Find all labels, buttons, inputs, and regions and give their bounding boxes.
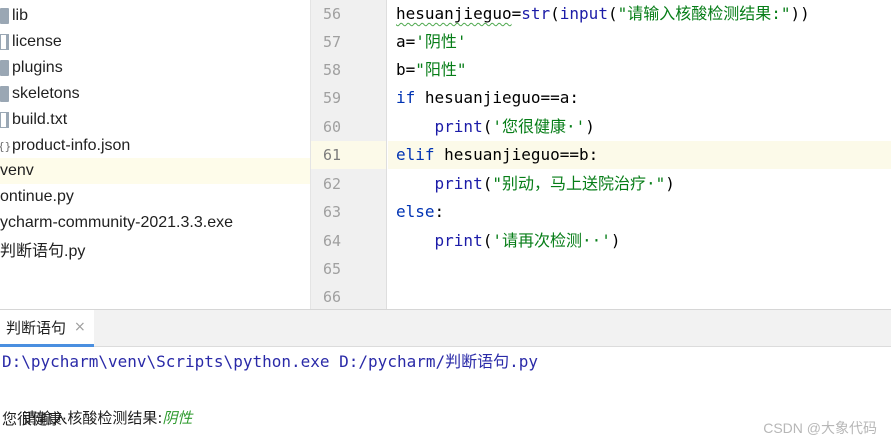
tree-item-label: ontinue.py [0, 188, 74, 205]
console-user-input: 阴性 [162, 409, 193, 427]
line-number: 63 [322, 203, 341, 221]
line-number-gutter[interactable]: 56 57 58 59 60 61 62 63 64 65 66 [311, 0, 387, 309]
line-number: 60 [322, 118, 341, 136]
console-command-line: D:\pycharm\venv\Scripts\python.exe D:/py… [2, 352, 539, 371]
line-number: 56 [322, 5, 341, 23]
tree-item-label: skeletons [12, 85, 80, 102]
tree-item-lib[interactable]: lib [0, 3, 310, 29]
line-number: 58 [322, 61, 341, 79]
line-number: 66 [322, 288, 341, 306]
code-line-63[interactable]: else: [388, 198, 891, 226]
code-line-62[interactable]: print("别动，马上送院治疗·") [388, 170, 891, 198]
json-file-icon [0, 138, 11, 154]
tree-item-venv[interactable]: venv [0, 158, 310, 184]
tree-item-panduan-py[interactable]: 判断语句.py [0, 236, 310, 262]
line-number: 65 [322, 260, 341, 278]
folder-icon [0, 86, 9, 102]
code-line-60[interactable]: print('您很健康·') [388, 113, 891, 141]
code-line-64[interactable]: print('请再次检测··') [388, 227, 891, 255]
console-prompt-line: 请输入核酸检测结果:阴性 [2, 376, 192, 427]
code-line-59[interactable]: if hesuanjieguo==a: [388, 84, 891, 112]
tree-item-continue-py[interactable]: ontinue.py [0, 184, 310, 210]
tree-item-label: plugins [12, 59, 63, 76]
line-number: 64 [322, 232, 341, 250]
line-number: 62 [322, 175, 341, 193]
run-tab-panduan[interactable]: 判断语句 × [0, 310, 94, 347]
line-number-current: 61 [311, 141, 386, 169]
tree-item-license[interactable]: license [0, 29, 310, 55]
watermark: CSDN @大象代码 [763, 420, 877, 436]
folder-icon [0, 60, 9, 76]
tree-item-build-txt[interactable]: build.txt [0, 107, 310, 133]
tree-item-label: venv [0, 162, 34, 179]
code-line-66[interactable] [388, 283, 891, 309]
tree-item-label: ycharm-community-2021.3.3.exe [0, 214, 233, 231]
tree-item-pycharm-exe[interactable]: ycharm-community-2021.3.3.exe [0, 210, 310, 236]
tree-item-label: 判断语句.py [0, 243, 86, 260]
code-line-61[interactable]: elif hesuanjieguo==b: [388, 141, 891, 169]
project-tree: lib license plugins skeletons build.txt … [0, 0, 311, 309]
file-icon [0, 34, 9, 50]
run-tab-label: 判断语句 [6, 318, 67, 337]
line-number: 59 [322, 89, 341, 107]
tree-item-label: build.txt [12, 111, 68, 128]
tree-item-label: lib [12, 7, 29, 24]
tree-item-skeletons[interactable]: skeletons [0, 81, 310, 107]
code-editor[interactable]: hesuanjieguo=str(input("请输入核酸检测结果:")) a=… [388, 0, 891, 309]
text-file-icon [0, 112, 9, 128]
tree-item-plugins[interactable]: plugins [0, 55, 310, 81]
run-console[interactable]: D:\pycharm\venv\Scripts\python.exe D:/py… [0, 347, 891, 446]
close-icon[interactable]: × [74, 319, 86, 335]
line-number: 57 [322, 33, 341, 51]
console-output-line: 您很健康· [2, 410, 67, 428]
tree-item-label: license [12, 33, 62, 50]
code-line-65[interactable] [388, 255, 891, 283]
folder-icon [0, 8, 9, 24]
code-line-58[interactable]: b="阳性" [388, 56, 891, 84]
run-tool-window-header: 判断语句 × [0, 309, 891, 347]
code-line-56[interactable]: hesuanjieguo=str(input("请输入核酸检测结果:")) [388, 0, 891, 28]
tree-item-label: product-info.json [12, 137, 131, 154]
tree-item-product-info[interactable]: product-info.json [0, 133, 310, 159]
code-line-57[interactable]: a='阴性' [388, 28, 891, 56]
